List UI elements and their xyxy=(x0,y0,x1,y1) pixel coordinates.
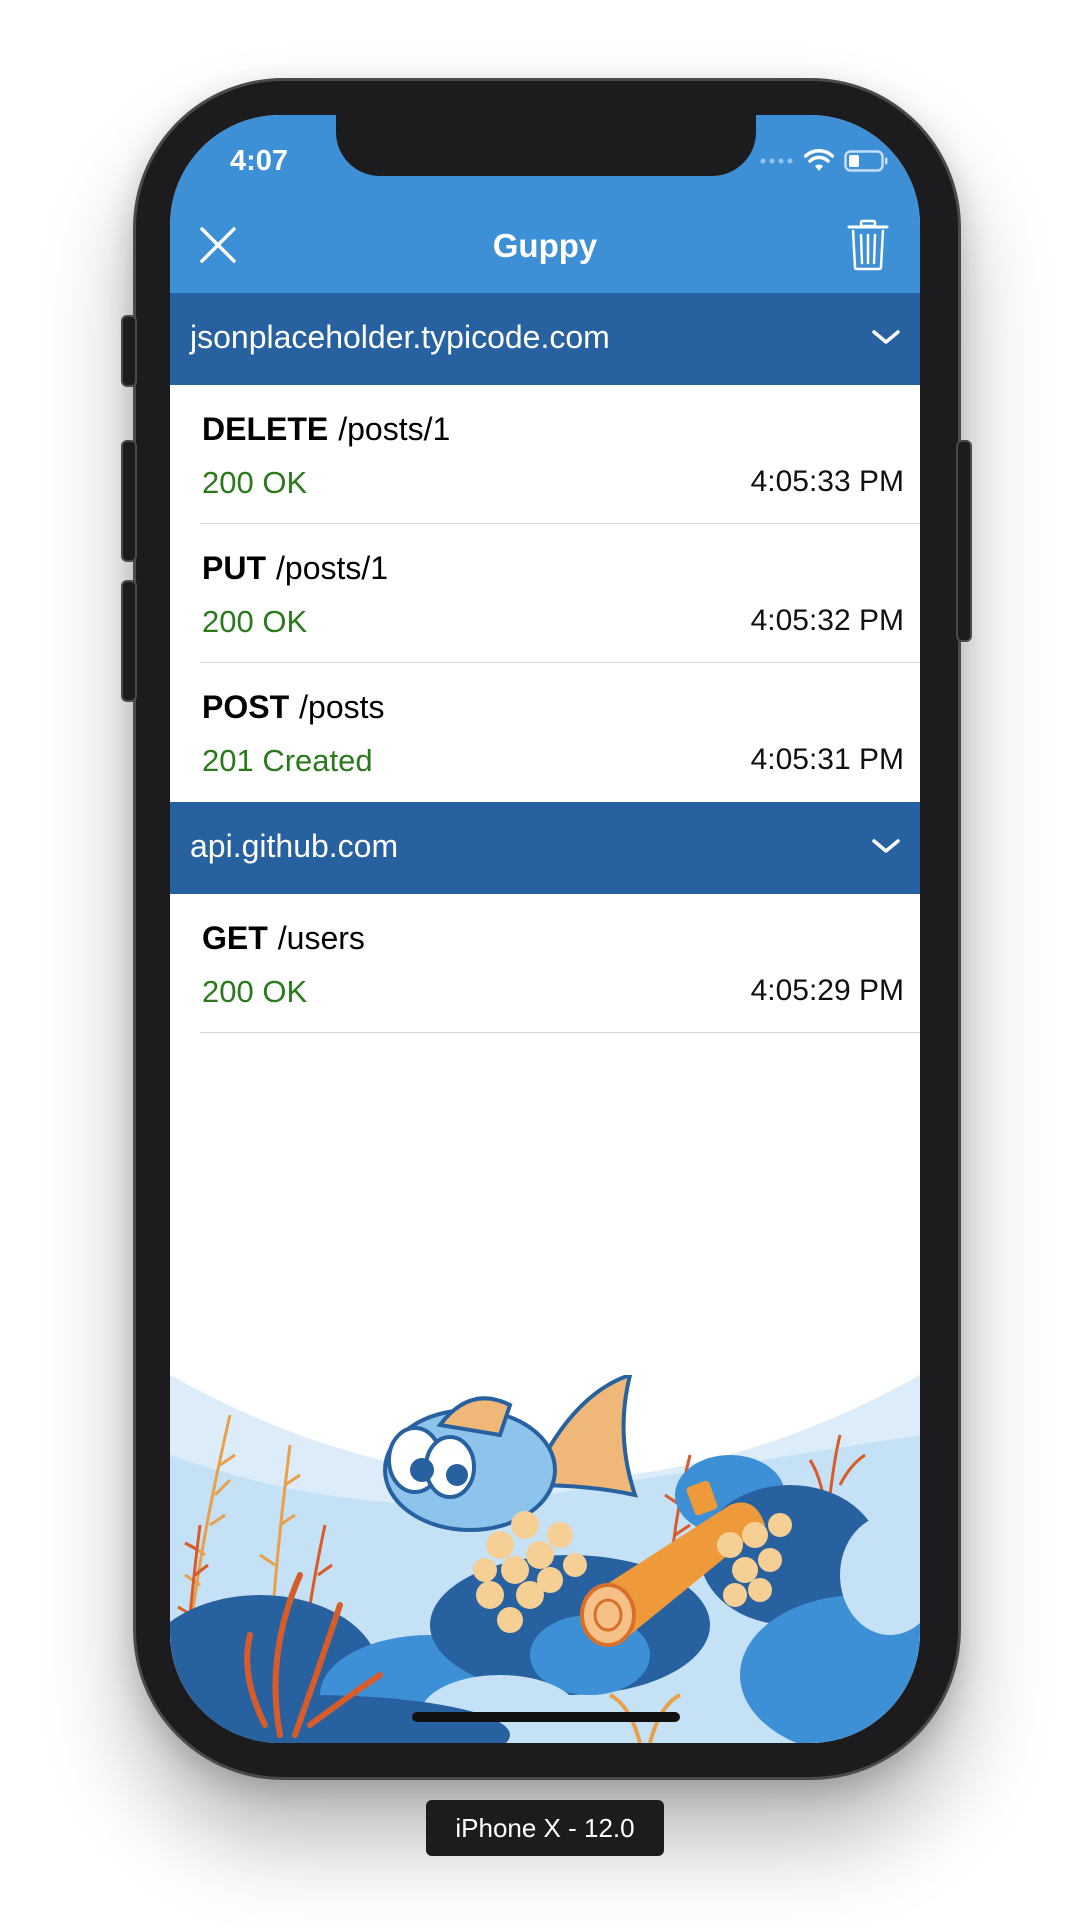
status-icons xyxy=(760,149,888,173)
app-screen: 4:07 Guppy jsonplaceholder.typicode.com … xyxy=(170,115,920,1743)
request-row[interactable]: GET/users 200 OK 4:05:29 PM xyxy=(170,894,920,1033)
volume-down-button xyxy=(121,580,137,702)
request-method-line: POST/posts xyxy=(202,689,385,726)
request-method: DELETE xyxy=(202,411,329,447)
request-path: /posts xyxy=(299,689,385,725)
signal-dots-icon xyxy=(760,158,793,164)
request-method-line: PUT/posts/1 xyxy=(202,550,388,587)
response-status: 200 OK xyxy=(202,465,308,500)
request-timestamp: 4:05:33 PM xyxy=(750,465,904,498)
request-path: /posts/1 xyxy=(338,411,451,447)
power-button xyxy=(956,440,972,642)
request-method: POST xyxy=(202,689,290,725)
aquarium-illustration xyxy=(170,1375,920,1743)
request-path: /posts/1 xyxy=(276,550,389,586)
simulator-device-label: iPhone X - 12.0 xyxy=(426,1800,664,1856)
status-time: 4:07 xyxy=(230,145,289,177)
section-header-github[interactable]: api.github.com xyxy=(170,802,920,894)
simulator-stage: 4:07 Guppy jsonplaceholder.typicode.com … xyxy=(0,0,1090,1928)
request-method-line: DELETE/posts/1 xyxy=(202,411,450,448)
request-row[interactable]: PUT/posts/1 200 OK 4:05:32 PM xyxy=(170,524,920,663)
home-indicator[interactable] xyxy=(412,1712,680,1722)
request-method: GET xyxy=(202,920,268,956)
battery-icon xyxy=(844,150,888,172)
trash-icon[interactable] xyxy=(846,219,890,271)
request-method: PUT xyxy=(202,550,266,586)
request-timestamp: 4:05:31 PM xyxy=(750,743,904,776)
request-timestamp: 4:05:32 PM xyxy=(750,604,904,637)
response-status: 201 Created xyxy=(202,743,373,778)
wifi-icon xyxy=(804,149,834,171)
device-notch xyxy=(336,112,756,176)
request-timestamp: 4:05:29 PM xyxy=(750,974,904,1007)
chevron-down-icon[interactable] xyxy=(870,325,902,349)
volume-up-button xyxy=(121,440,137,562)
page-title: Guppy xyxy=(492,227,598,264)
section-header-jsonplaceholder[interactable]: jsonplaceholder.typicode.com xyxy=(170,293,920,385)
chevron-down-icon[interactable] xyxy=(870,834,902,858)
request-method-line: GET/users xyxy=(202,920,365,957)
section-host-label: api.github.com xyxy=(190,828,399,864)
response-status: 200 OK xyxy=(202,604,308,639)
request-row[interactable]: POST/posts 201 Created 4:05:31 PM xyxy=(170,663,920,802)
response-status: 200 OK xyxy=(202,974,308,1009)
section-host-label: jsonplaceholder.typicode.com xyxy=(190,319,610,355)
request-path: /users xyxy=(277,920,365,956)
request-row[interactable]: DELETE/posts/1 200 OK 4:05:33 PM xyxy=(170,385,920,524)
mute-switch xyxy=(121,315,137,387)
row-divider xyxy=(200,1032,920,1033)
